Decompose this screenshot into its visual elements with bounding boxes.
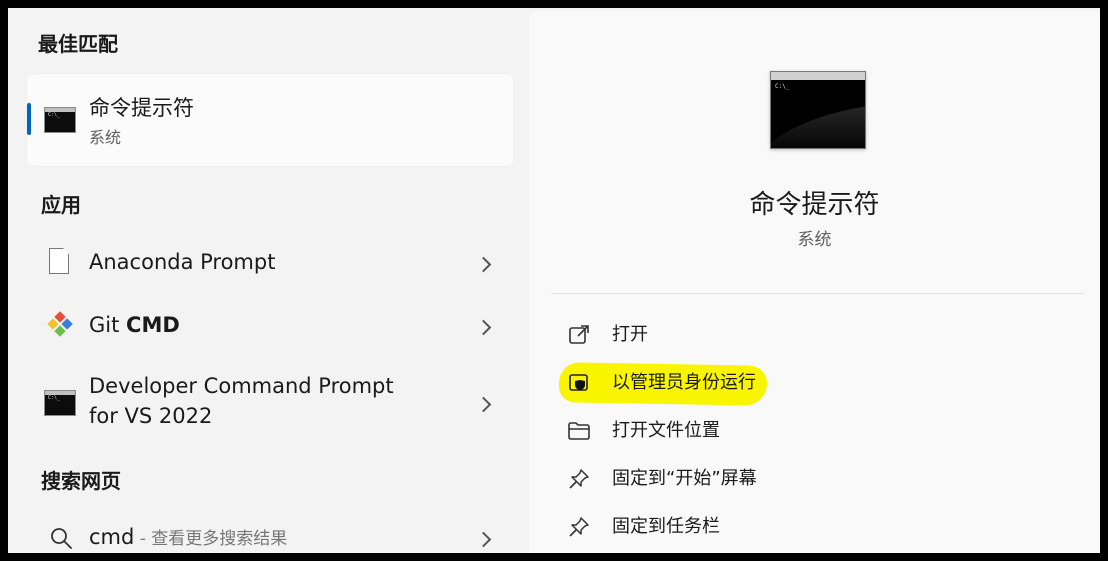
app-label: Anaconda Prompt xyxy=(89,250,276,274)
app-label-line1: Developer Command Prompt xyxy=(89,374,394,398)
divider xyxy=(551,293,1084,294)
pin-icon xyxy=(569,517,589,537)
detail-subtitle: 系统 xyxy=(797,230,832,250)
app-label: Git CMD xyxy=(89,313,180,337)
action-label: 打开文件位置 xyxy=(612,420,720,441)
git-icon xyxy=(47,311,73,337)
action-label: 固定到“开始”屏幕 xyxy=(612,468,757,489)
best-match-subtitle: 系统 xyxy=(89,128,122,147)
folder-icon xyxy=(568,422,590,440)
best-match-item[interactable]: C:\_ 命令提示符 系统 xyxy=(27,74,513,166)
results-list: 最佳匹配 C:\_ 命令提示符 系统 应用 Anaconda Prompt Gi… xyxy=(8,8,528,553)
web-search-header: 搜索网页 xyxy=(41,469,121,493)
chevron-right-icon[interactable] xyxy=(475,319,492,336)
search-results-window: 最佳匹配 C:\_ 命令提示符 系统 应用 Anaconda Prompt Gi… xyxy=(8,8,1100,553)
chevron-right-icon[interactable] xyxy=(475,396,492,413)
cmd-icon: C:\_ xyxy=(44,107,76,133)
search-icon xyxy=(51,528,72,549)
chevron-right-icon[interactable] xyxy=(475,531,492,548)
action-label: 打开 xyxy=(612,324,648,345)
detail-title: 命令提示符 xyxy=(749,190,880,220)
web-search-label: cmd - 查看更多搜索结果 xyxy=(89,525,288,549)
action-pin-to-taskbar[interactable]: 固定到任务栏 xyxy=(567,511,1067,543)
best-match-header: 最佳匹配 xyxy=(38,32,118,56)
cmd-icon: C:\_ xyxy=(44,390,76,416)
action-label: 固定到任务栏 xyxy=(612,516,720,537)
action-open-file-location[interactable]: 打开文件位置 xyxy=(567,415,1067,447)
action-open[interactable]: 打开 xyxy=(567,319,1067,351)
chevron-right-icon[interactable] xyxy=(475,256,492,273)
detail-pane: C:\_ 命令提示符 系统 打开 以管理员身份运行 打开文件位置 固定到“开始”… xyxy=(529,11,1100,553)
action-pin-to-start[interactable]: 固定到“开始”屏幕 xyxy=(567,463,1067,495)
web-search-item[interactable]: cmd - 查看更多搜索结果 xyxy=(27,521,513,553)
app-label-line2: for VS 2022 xyxy=(89,404,213,428)
action-run-as-admin[interactable]: 以管理员身份运行 xyxy=(567,367,1067,399)
app-item-anaconda-prompt[interactable]: Anaconda Prompt xyxy=(27,240,513,286)
pin-icon xyxy=(569,469,589,489)
document-icon xyxy=(49,248,69,274)
app-item-git-cmd[interactable]: Git CMD xyxy=(27,303,513,349)
apps-header: 应用 xyxy=(41,193,81,217)
selection-indicator xyxy=(27,103,31,135)
action-label: 以管理员身份运行 xyxy=(612,372,756,393)
shield-icon xyxy=(569,374,588,391)
best-match-title: 命令提示符 xyxy=(89,96,194,120)
app-item-developer-command-prompt[interactable]: C:\_ Developer Command Prompt for VS 202… xyxy=(27,366,513,438)
open-external-icon xyxy=(569,325,589,344)
cmd-app-large-icon: C:\_ xyxy=(770,71,866,149)
